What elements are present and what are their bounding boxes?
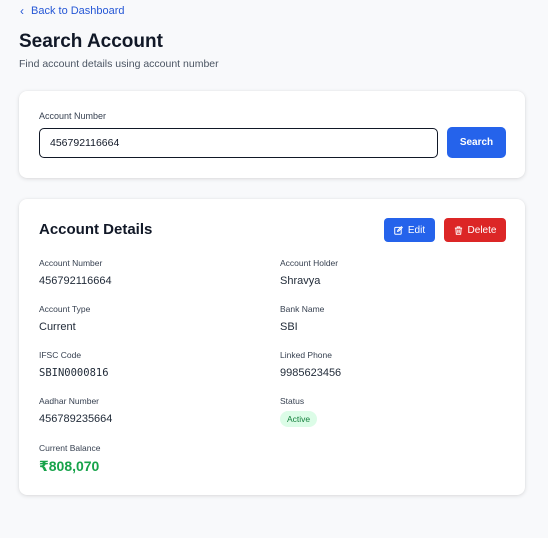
edit-button[interactable]: Edit [384,218,435,242]
detail-label: Current Balance [39,443,101,453]
back-link-label: Back to Dashboard [31,5,125,17]
details-title: Account Details [39,221,153,238]
detail-value: 456789235664 [39,413,113,425]
back-to-dashboard-link[interactable]: ‹ Back to Dashboard [20,5,125,17]
detail-label: Account Type [39,304,91,314]
detail-value: SBIN0000816 [39,367,109,379]
detail-label: IFSC Code [39,350,82,360]
detail-value: 456792116664 [39,275,112,287]
page-title: Search Account [19,31,163,52]
detail-label: Aadhar Number [39,396,100,406]
delete-button[interactable]: Delete [444,218,506,242]
account-number-label: Account Number [39,111,107,121]
detail-account-holder: Account Holder Shravya [280,258,338,287]
account-details-card: Account Details Edit Delete Account Numb… [19,199,525,495]
detail-account-type: Account Type Current [39,304,90,333]
detail-linked-phone: Linked Phone 9985623456 [280,350,341,379]
delete-label: Delete [467,224,497,236]
balance-value: ₹808,070 [39,458,100,474]
search-button[interactable]: Search [447,127,506,158]
detail-label: Bank Name [280,304,325,314]
chevron-left-icon: ‹ [20,4,24,18]
detail-label: Linked Phone [280,350,332,360]
detail-bank-name: Bank Name SBI [280,304,324,333]
detail-current-balance: Current Balance ₹808,070 [39,443,100,475]
detail-value: 9985623456 [280,367,342,379]
status-badge: Active [280,411,318,427]
detail-value: Current [39,321,76,333]
page-subtitle: Find account details using account numbe… [19,58,219,70]
detail-label: Account Holder [280,258,339,268]
detail-label: Account Number [39,258,103,268]
detail-value: SBI [280,321,298,333]
account-number-input[interactable] [39,128,438,158]
detail-aadhar-number: Aadhar Number 456789235664 [39,396,112,425]
edit-label: Edit [407,224,426,236]
detail-value: Shravya [280,275,321,287]
detail-ifsc-code: IFSC Code SBIN0000816 [39,350,109,379]
detail-account-number: Account Number 456792116664 [39,258,112,287]
detail-status: Status Active [280,396,318,427]
edit-icon [394,225,403,235]
trash-icon [454,225,462,235]
detail-label: Status [280,396,305,406]
search-card: Account Number Search [19,91,525,178]
